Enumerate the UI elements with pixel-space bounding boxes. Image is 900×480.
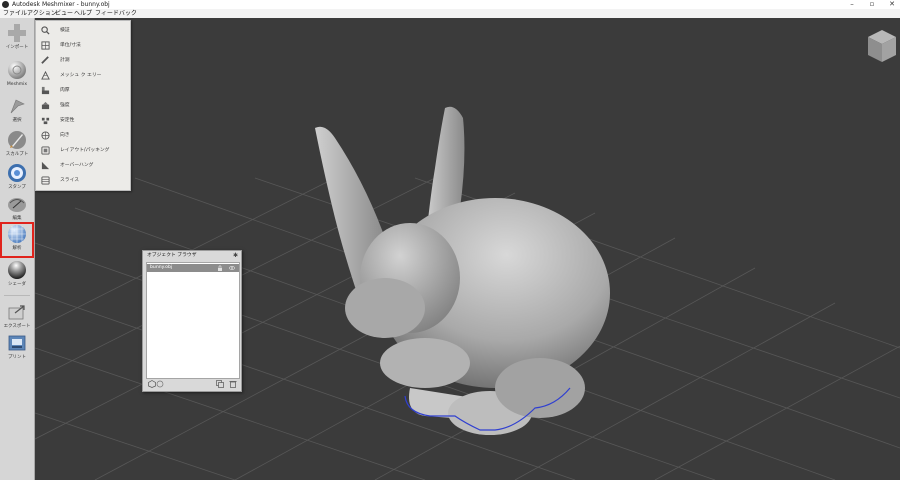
menu-item-label: スライス [60, 178, 80, 183]
object-browser-toolbar [146, 379, 238, 389]
window-title: Autodesk Meshmixer - bunny.obj [12, 1, 110, 8]
stamp-icon [8, 164, 26, 182]
print-icon [8, 335, 26, 351]
tool-label: スタンプ [8, 185, 26, 190]
tool-select[interactable]: 選択 [0, 94, 34, 130]
menu-item-label: 計測 [60, 58, 70, 63]
3d-viewport[interactable] [35, 18, 900, 480]
overhangs-icon [41, 161, 50, 170]
menu-item-measure[interactable]: 計測 [36, 53, 130, 68]
units-dimensions-icon [41, 41, 50, 50]
duplicate-icon[interactable] [216, 380, 224, 388]
thickness-icon [41, 86, 50, 95]
panel-close-icon[interactable]: ✱ [233, 252, 238, 260]
tool-analysis[interactable]: 解析 [0, 222, 34, 258]
tool-label: Meshmix [6, 82, 28, 87]
tool-label: プリント [8, 355, 26, 360]
inspector-magnifier-icon [41, 26, 50, 35]
eye-icon[interactable] [229, 265, 235, 271]
menu-item-layout-packing[interactable]: レイアウト/パッキング [36, 143, 130, 158]
menu-item-label: メッシュ ク エリー [60, 73, 102, 78]
list-item[interactable]: bunny.obj [147, 264, 239, 272]
menu-item-label: 検証 [60, 28, 70, 33]
menu-item-mesh-query[interactable]: メッシュ ク エリー [36, 68, 130, 83]
tool-sculpt[interactable]: スカルプト [0, 128, 34, 164]
tool-label: スカルプト [5, 152, 29, 157]
lock-icon[interactable] [217, 265, 223, 271]
menu-item-strength[interactable]: 強度 [36, 98, 130, 113]
close-button[interactable]: ✕ [884, 0, 900, 9]
menu-item-label: オーバーハング [60, 163, 94, 168]
menu-item-label: 肉厚 [60, 88, 70, 93]
menu-file[interactable]: ファイル [3, 9, 27, 18]
menu-help[interactable]: ヘルプ [74, 9, 92, 18]
tool-meshmix[interactable]: Meshmix [0, 58, 34, 94]
export-icon [8, 305, 25, 320]
maximize-button[interactable]: ▫ [864, 0, 880, 9]
menu-item-label: 向き [60, 133, 70, 138]
object-browser-panel: オブジェクト ブラウザ ✱ bunny.obj [142, 250, 242, 392]
tool-label: インポート [5, 45, 29, 50]
stability-icon [41, 117, 50, 125]
menu-item-slice[interactable]: スライス [36, 173, 130, 188]
tool-print[interactable]: プリント [0, 331, 34, 367]
menu-item-label: 安定性 [60, 118, 75, 123]
analysis-menu: 検証 単位/寸法 計測 メッシュ ク エリー 肉厚 強度 安定性 向き レイアウ… [35, 20, 131, 191]
shader-sphere-icon [8, 261, 26, 279]
slice-icon [41, 176, 50, 185]
menu-item-overhangs[interactable]: オーバーハング [36, 158, 130, 173]
tool-sidebar: インポート Meshmix 選択 スカルプト スタンプ 編集 解析 シェーダ エ… [0, 18, 35, 480]
bunny-mesh [315, 106, 610, 435]
minimize-button[interactable]: – [844, 0, 860, 9]
tool-import[interactable]: インポート [0, 21, 34, 57]
meshmixer-app-icon [2, 1, 9, 8]
strength-icon [41, 101, 50, 110]
select-arrow-icon [10, 99, 25, 114]
object-name: bunny.obj [150, 265, 173, 270]
viewport-scene [35, 106, 900, 480]
trash-icon[interactable] [229, 380, 237, 388]
menu-item-stability[interactable]: 安定性 [36, 113, 130, 128]
layout-packing-icon [41, 146, 50, 155]
analysis-sphere-icon [8, 225, 26, 243]
object-browser-title: オブジェクト ブラウザ [147, 253, 197, 258]
title-bar: Autodesk Meshmixer - bunny.obj – ▫ ✕ [0, 0, 900, 9]
tool-label: エクスポート [3, 324, 31, 329]
orientation-icon [41, 131, 50, 140]
menu-item-units[interactable]: 単位/寸法 [36, 38, 130, 53]
menu-item-thickness[interactable]: 肉厚 [36, 83, 130, 98]
menu-item-label: 強度 [60, 103, 70, 108]
sidebar-divider [4, 295, 30, 296]
menu-item-inspector[interactable]: 検証 [36, 23, 130, 38]
import-plus-icon [8, 24, 26, 42]
measure-ruler-icon [41, 56, 49, 64]
edit-icon [8, 198, 26, 212]
object-list: bunny.obj [146, 262, 240, 379]
tool-label: シェーダ [8, 282, 26, 287]
menu-item-orientation[interactable]: 向き [36, 128, 130, 143]
object-circle-icon[interactable] [156, 380, 164, 388]
tool-label: 解析 [12, 246, 22, 251]
menu-feedback[interactable]: フィードバック [95, 9, 137, 18]
view-cube[interactable] [866, 28, 898, 64]
tool-shader[interactable]: シェーダ [0, 258, 34, 294]
mesh-query-icon [41, 71, 50, 80]
menu-view[interactable]: ビュー [55, 9, 73, 18]
tool-label: 選択 [12, 118, 22, 123]
menu-item-label: 単位/寸法 [60, 43, 81, 48]
meshmix-sphere-icon [8, 61, 26, 79]
object-cube-icon[interactable] [148, 380, 156, 388]
menu-action[interactable]: アクション [27, 9, 57, 18]
sculpt-brush-icon [8, 131, 26, 149]
menu-item-label: レイアウト/パッキング [60, 148, 110, 153]
